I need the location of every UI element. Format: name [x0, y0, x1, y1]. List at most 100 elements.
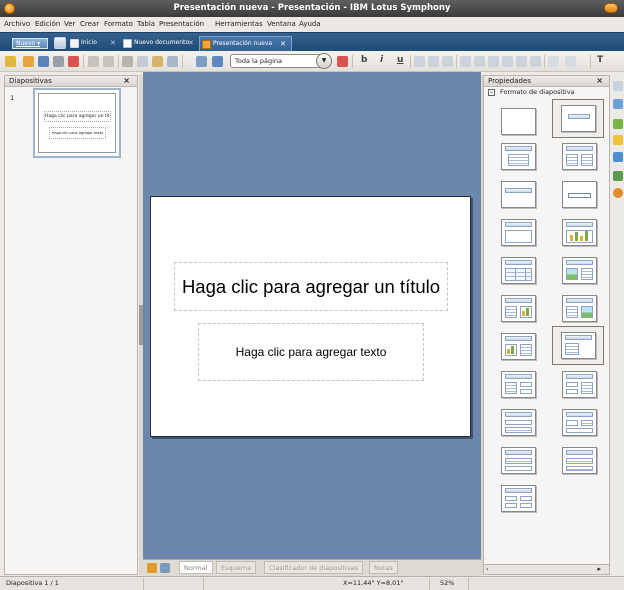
- gallery-icon[interactable]: [613, 119, 623, 129]
- menu-ver[interactable]: Ver: [64, 20, 75, 28]
- styles-icon[interactable]: [613, 152, 623, 162]
- view-menu-icon[interactable]: [160, 563, 170, 573]
- layout-title-chart[interactable]: [556, 214, 604, 252]
- menu-ventana[interactable]: Ventana: [267, 20, 296, 28]
- font-grow-icon[interactable]: [516, 56, 527, 67]
- copy-window-icon[interactable]: [54, 37, 66, 49]
- tab-esquema[interactable]: Esquema: [216, 561, 257, 574]
- slide-canvas[interactable]: Haga clic para agregar un título Haga cl…: [150, 196, 471, 437]
- menu-presentacion[interactable]: Presentación: [159, 20, 204, 28]
- redo-icon[interactable]: [103, 56, 114, 67]
- bullets-icon[interactable]: [460, 56, 471, 67]
- search-icon[interactable]: [613, 81, 623, 91]
- copy-icon[interactable]: [137, 56, 148, 67]
- scroll-right-icon[interactable]: ▸: [597, 565, 601, 573]
- close-icon[interactable]: ×: [596, 76, 603, 85]
- scroll-left-icon[interactable]: ‹: [486, 566, 488, 573]
- slide-layout-section[interactable]: – Formato de diapositiva: [487, 88, 607, 98]
- align-left-icon[interactable]: [414, 56, 425, 67]
- layout-title-text-over-object[interactable]: [495, 442, 543, 480]
- font-shrink-icon[interactable]: [530, 56, 541, 67]
- layout-title-slide[interactable]: [552, 99, 604, 138]
- layout-title-text-image[interactable]: [556, 290, 604, 328]
- tab-clasificador[interactable]: Clasificador de diapositivas: [264, 561, 363, 574]
- collapse-icon[interactable]: –: [488, 89, 495, 96]
- layout-text-block: [505, 306, 517, 318]
- close-icon[interactable]: ✕: [188, 36, 194, 50]
- numbering-icon[interactable]: [474, 56, 485, 67]
- save-icon[interactable]: [38, 56, 49, 67]
- highlight-icon[interactable]: [548, 56, 559, 67]
- zoom-select[interactable]: Toda la página: [230, 54, 323, 68]
- menu-ayuda[interactable]: Ayuda: [299, 20, 321, 28]
- cut-icon[interactable]: [122, 56, 133, 67]
- tab-nuevo-documento[interactable]: Nuevo documento ✕: [121, 36, 199, 51]
- animation-icon[interactable]: [613, 171, 623, 181]
- layout-text-block: [566, 458, 593, 464]
- layout-title-two-text[interactable]: [556, 442, 604, 480]
- open-icon[interactable]: [23, 56, 34, 67]
- underline-button[interactable]: u: [397, 55, 403, 65]
- layout-title-text-object[interactable]: [552, 326, 604, 365]
- text-tool-button[interactable]: T: [597, 55, 603, 65]
- menu-archivo[interactable]: Archivo: [4, 20, 30, 28]
- close-icon[interactable]: ✕: [280, 37, 286, 51]
- new-icon[interactable]: [5, 56, 16, 67]
- status-zoom[interactable]: 52%: [440, 579, 454, 587]
- layout-blank[interactable]: [495, 103, 543, 141]
- bold-button[interactable]: b: [361, 55, 367, 65]
- navigator-icon[interactable]: [613, 99, 623, 109]
- layout-title-content[interactable]: [495, 138, 543, 176]
- color-icon[interactable]: [337, 56, 348, 67]
- new-button[interactable]: Nuevo ▾: [12, 38, 48, 49]
- tab-normal[interactable]: Normal: [179, 561, 213, 574]
- align-right-icon[interactable]: [442, 56, 453, 67]
- layout-title-object[interactable]: [495, 214, 543, 252]
- italic-button[interactable]: i: [380, 55, 383, 65]
- zoom-select-value: Toda la página: [235, 57, 283, 65]
- layout-title-table[interactable]: [495, 252, 543, 290]
- tab-notas[interactable]: Notas: [369, 561, 398, 574]
- title-placeholder[interactable]: Haga clic para agregar un título: [174, 262, 448, 311]
- menu-edicion[interactable]: Edición: [35, 20, 60, 28]
- tab-inicio[interactable]: Inicio ✕: [68, 36, 122, 51]
- shape-icon[interactable]: [565, 56, 576, 67]
- layout-title-two-objects-text[interactable]: [556, 366, 604, 404]
- layout-title-text-two-objects[interactable]: [495, 366, 543, 404]
- chevron-down-icon[interactable]: ▼: [316, 53, 332, 69]
- layout-title-image-text[interactable]: [556, 252, 604, 290]
- layout-title-chart-text[interactable]: [495, 328, 543, 366]
- format-paintbrush-icon[interactable]: [167, 56, 178, 67]
- transition-icon[interactable]: [613, 188, 623, 198]
- layout-title-object-text[interactable]: [495, 404, 543, 442]
- window-controls[interactable]: [604, 3, 618, 13]
- table-icon[interactable]: [196, 56, 207, 67]
- layout-title-four-objects[interactable]: [495, 480, 543, 518]
- menu-crear[interactable]: Crear: [80, 20, 99, 28]
- outdent-icon[interactable]: [502, 56, 513, 67]
- menu-herramientas[interactable]: Herramientas: [215, 20, 263, 28]
- indent-icon[interactable]: [488, 56, 499, 67]
- properties-scrollbar[interactable]: ‹ ▸: [484, 564, 609, 574]
- layout-title-text-chart[interactable]: [495, 290, 543, 328]
- close-icon[interactable]: ×: [123, 76, 130, 85]
- layout-title-block: [566, 450, 593, 455]
- clip-art-icon[interactable]: [613, 135, 623, 145]
- layout-centered-text[interactable]: [556, 176, 604, 214]
- layout-title-two-objects-over-text[interactable]: [556, 404, 604, 442]
- menu-tabla[interactable]: Tabla: [137, 20, 155, 28]
- menu-formato[interactable]: Formato: [104, 20, 133, 28]
- layout-title-only[interactable]: [495, 176, 543, 214]
- paste-icon[interactable]: [152, 56, 163, 67]
- print-icon[interactable]: [53, 56, 64, 67]
- export-pdf-icon[interactable]: [68, 56, 79, 67]
- slide-thumbnail[interactable]: Haga clic para agregar un título Haga cl…: [33, 88, 121, 158]
- slide-show-icon[interactable]: [147, 563, 157, 573]
- image-icon[interactable]: [212, 56, 223, 67]
- close-icon[interactable]: ✕: [110, 36, 116, 50]
- text-placeholder[interactable]: Haga clic para agregar texto: [198, 323, 424, 381]
- align-center-icon[interactable]: [428, 56, 439, 67]
- undo-icon[interactable]: [88, 56, 99, 67]
- layout-title-two-columns[interactable]: [556, 138, 604, 176]
- tab-presentacion-nueva[interactable]: Presentación nueva ✕: [199, 36, 292, 51]
